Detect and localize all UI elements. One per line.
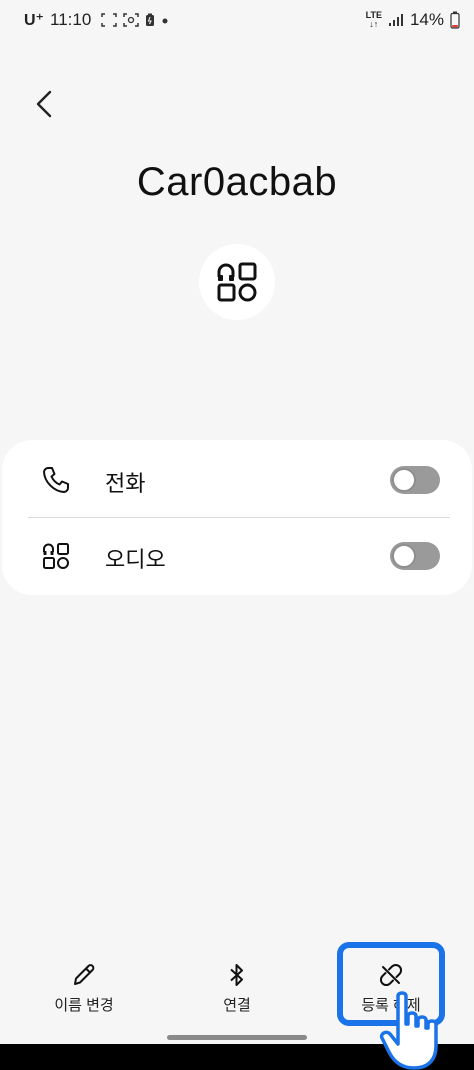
status-bar: U⁺ 11:10 LTE ↓↑ 14% [0, 0, 474, 40]
screen-capture-icon [123, 13, 140, 27]
back-button[interactable] [24, 84, 64, 124]
back-arrow-icon [36, 90, 52, 118]
profile-row-phone[interactable]: 전화 [2, 442, 472, 518]
profile-label-phone: 전화 [105, 471, 146, 496]
battery-icon [450, 11, 460, 29]
status-right: LTE ↓↑ 14% [366, 10, 460, 30]
screenshot-icon [101, 13, 118, 27]
status-left: U⁺ 11:10 [24, 10, 169, 30]
carrier-label: U⁺ [24, 12, 44, 29]
profiles-card: 전화 오디오 [2, 440, 472, 595]
battery-percent: 14% [409, 10, 444, 29]
bluetooth-icon [230, 964, 243, 986]
audio-apps-icon [43, 543, 69, 569]
toggle-audio[interactable] [390, 542, 440, 570]
network-type: LTE [365, 10, 382, 20]
notification-icons [101, 13, 169, 27]
connect-label: 연결 [223, 997, 251, 1014]
headphone-apps-icon [217, 262, 257, 302]
signal-icon [388, 14, 403, 26]
profile-label-audio: 오디오 [105, 547, 166, 572]
hand-pointer-icon [379, 991, 438, 1070]
phone-icon [43, 467, 69, 493]
profile-row-audio[interactable]: 오디오 [2, 518, 472, 594]
pencil-icon [74, 964, 95, 985]
status-time: 11:10 [50, 10, 92, 29]
device-name: Car0acbab [136, 160, 338, 204]
connect-button[interactable]: 연결 [177, 950, 297, 1026]
toggle-knob [392, 468, 416, 492]
battery-saver-icon [146, 13, 155, 26]
device-type-icon [199, 244, 275, 320]
dot-icon [162, 18, 168, 24]
rename-label: 이름 변경 [54, 997, 114, 1014]
home-indicator[interactable] [167, 1035, 307, 1040]
toggle-knob [392, 544, 416, 568]
lte-indicator: LTE ↓↑ [365, 10, 382, 29]
rename-button[interactable]: 이름 변경 [24, 950, 144, 1026]
toggle-phone[interactable] [390, 466, 440, 494]
